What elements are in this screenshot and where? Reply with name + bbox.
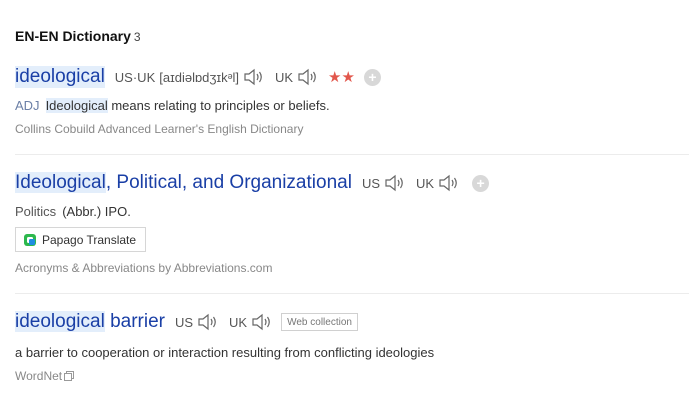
translate-row: Papago Translate	[15, 227, 689, 252]
headword-highlight: ideological	[15, 311, 105, 332]
entry-header: Ideological, Political, and Organization…	[15, 172, 689, 194]
pronunciation-label-us-uk: US·UK	[114, 69, 156, 85]
definition: Politics (Abbr.) IPO.	[15, 204, 689, 219]
headword-rest: , Political, and Organizational	[105, 172, 352, 193]
add-to-wordbook-button[interactable]: +	[472, 174, 490, 192]
phonetic-transcription: [aɪdiəlɒdʒɪkᵊl]	[159, 69, 239, 85]
frequency-stars: ★★	[328, 69, 355, 86]
speaker-icon[interactable]	[243, 67, 265, 87]
section-title-text: EN-EN Dictionary	[15, 28, 131, 44]
headword-link[interactable]: ideological	[15, 66, 105, 88]
web-collection-tag: Web collection	[281, 313, 358, 331]
speaker-icon[interactable]	[297, 67, 319, 87]
speaker-icon[interactable]	[438, 173, 460, 193]
pronunciation-label-uk: UK	[416, 175, 435, 191]
section-title: EN-EN Dictionary 3	[15, 28, 141, 44]
speaker-icon[interactable]	[251, 312, 273, 332]
pronunciation-label-us: US	[361, 175, 380, 191]
add-to-wordbook-button[interactable]: +	[363, 68, 381, 86]
speaker-icon[interactable]	[197, 312, 219, 332]
definition-text: means relating to principles or beliefs.	[107, 98, 330, 113]
definition: ADJ Ideological means relating to princip…	[15, 98, 689, 113]
entry-header: ideological barrier US UK Web collection	[15, 311, 689, 333]
dictionary-entry: ideological barrier US UK Web collection…	[15, 311, 689, 383]
source-link[interactable]: Collins Cobuild Advanced Learner's Engli…	[15, 122, 689, 136]
pronunciation-label-uk: UK	[274, 69, 294, 85]
part-of-speech: ADJ	[15, 98, 40, 113]
headword-highlight: Ideological	[15, 172, 106, 193]
source-link[interactable]: Acronyms & Abbreviations by Abbreviation…	[15, 261, 689, 275]
copy-icon[interactable]	[64, 370, 75, 381]
papago-translate-label: Papago Translate	[42, 232, 137, 247]
headword-link[interactable]: Ideological, Political, and Organization…	[15, 172, 352, 194]
headword-rest: barrier	[104, 311, 165, 332]
divider	[15, 293, 689, 294]
divider	[15, 154, 689, 155]
papago-logo-icon	[24, 233, 36, 246]
speaker-icon[interactable]	[384, 173, 406, 193]
subject-label: Politics	[15, 204, 57, 219]
pronunciation-label-uk: UK	[229, 314, 248, 330]
headword-link[interactable]: ideological barrier	[15, 311, 165, 333]
result-count: 3	[133, 30, 141, 44]
source-link[interactable]: WordNet	[15, 369, 689, 383]
definition-text: (Abbr.) IPO.	[62, 204, 131, 219]
source-name: WordNet	[15, 369, 63, 383]
definition-highlight: Ideological	[45, 98, 108, 113]
papago-translate-button[interactable]: Papago Translate	[15, 227, 147, 252]
dictionary-entry: Ideological, Political, and Organization…	[15, 172, 689, 275]
pronunciation-label-us: US	[174, 314, 194, 330]
entry-header: ideological US·UK [aɪdiəlɒdʒɪkᵊl] UK ★★ …	[15, 66, 689, 88]
definition: a barrier to cooperation or interaction …	[15, 345, 435, 360]
dictionary-entry: ideological US·UK [aɪdiəlɒdʒɪkᵊl] UK ★★ …	[15, 66, 689, 136]
